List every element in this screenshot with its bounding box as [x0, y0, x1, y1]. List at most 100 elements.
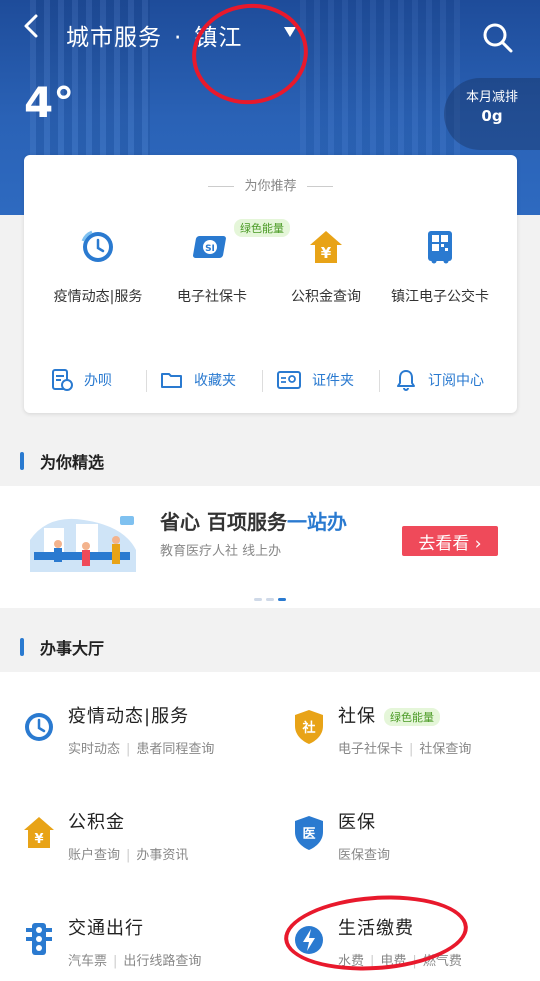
service-sublink[interactable]: 水费 [338, 954, 364, 969]
social-card-icon: SI [193, 236, 226, 258]
service-sublink[interactable]: 燃气费 [423, 954, 462, 969]
title-text: 城市服务 [66, 25, 162, 51]
shield-yi-icon: 医 [295, 816, 323, 850]
service-sublink[interactable]: 办事资讯 [136, 848, 188, 863]
quick-link-subscriptions[interactable]: 订阅中心 [394, 365, 484, 395]
service-social-security[interactable]: 社 社保 绿色能量 电子社保卡 | 社保查询 [270, 672, 540, 778]
divider [146, 370, 147, 392]
house-yuan-icon: ¥ [310, 231, 342, 263]
clock-icon [81, 230, 113, 262]
carbon-reduction-widget[interactable]: 本月减排 0g [444, 78, 540, 150]
service-desc: 水费 | 电费 | 燃气费 [338, 954, 462, 969]
service-name: 疫情动态|服务 [68, 706, 190, 727]
section-accent-bar [20, 452, 24, 470]
carousel-dot [266, 598, 274, 601]
carousel-dot [254, 598, 262, 601]
recommend-item-bus-card[interactable]: 镇江电子公交卡 [380, 227, 500, 310]
service-name: 公积金 [68, 812, 125, 833]
svg-text:¥: ¥ [321, 244, 332, 262]
quick-link-favorites[interactable]: 收藏夹 [160, 365, 236, 395]
service-name: 医保 [338, 812, 376, 833]
featured-section-header: 为你精选 [0, 434, 540, 486]
bus-qr-icon [428, 231, 452, 264]
recommend-card: 为你推荐 疫情动态|服务 SI 电子社保卡 绿色能量 ¥ 公积金查询 镇江电子公… [24, 155, 517, 413]
service-name-text: 社保 [338, 706, 376, 727]
svg-text:¥: ¥ [34, 832, 43, 847]
service-sublink[interactable]: 患者同程查询 [136, 742, 214, 757]
service-sublink[interactable]: 电子社保卡 [338, 742, 403, 757]
temperature: 4° [24, 78, 75, 127]
service-medical-insurance[interactable]: 医 医保 医保查询 [270, 778, 540, 884]
traffic-light-icon [26, 923, 52, 955]
recommend-label: 镇江电子公交卡 [391, 289, 489, 305]
service-sublink[interactable]: 实时动态 [68, 742, 120, 757]
svg-text:社: 社 [301, 720, 315, 736]
document-clock-icon [52, 369, 73, 391]
svg-text:SI: SI [205, 244, 215, 254]
quick-link-label: 收藏夹 [194, 373, 236, 389]
back-arrow-icon[interactable] [18, 12, 46, 40]
featured-banner[interactable]: 省心 百项服务一站办 教育医疗人社 线上办 去看看 › [0, 486, 540, 608]
recommend-label: 电子社保卡 [177, 289, 247, 305]
service-sublink[interactable]: 出行线路查询 [123, 954, 201, 969]
divider [262, 370, 263, 392]
recommend-label: 疫情动态|服务 [53, 289, 143, 305]
lightning-icon [295, 926, 323, 954]
service-desc: 实时动态 | 患者同程查询 [68, 742, 215, 757]
quick-link-documents[interactable]: 证件夹 [276, 365, 354, 395]
service-name: 交通出行 [68, 918, 144, 939]
service-sublink[interactable]: 账户查询 [68, 848, 120, 863]
service-sublink[interactable]: 电费 [380, 954, 406, 969]
service-hall-illustration [30, 516, 136, 572]
service-hall: 疫情动态|服务 实时动态 | 患者同程查询 社 社保 绿色能量 电子社保卡 | 社保查询 … [0, 672, 540, 981]
quick-link-label: 证件夹 [312, 373, 354, 389]
service-desc: 医保查询 [338, 844, 390, 863]
recommend-item-housing-fund[interactable]: ¥ 公积金查询 [266, 227, 386, 310]
clock-icon [25, 713, 53, 741]
featured-subtitle: 教育医疗人社 线上办 [160, 544, 282, 559]
recommend-item-epidemic[interactable]: 疫情动态|服务 [38, 227, 158, 310]
service-utility-bills[interactable]: 生活缴费 水费 | 电费 | 燃气费 [270, 884, 540, 981]
service-desc: 汽车票 | 出行线路查询 [68, 954, 202, 969]
service-housing-fund[interactable]: ¥ 公积金 账户查询 | 办事资讯 [0, 778, 270, 884]
recommend-label: 公积金查询 [291, 289, 361, 305]
title-separator: · [174, 25, 183, 51]
recommend-item-social-card[interactable]: SI 电子社保卡 [152, 227, 272, 310]
shield-she-icon: 社 [295, 710, 323, 744]
carousel-indicator [252, 598, 288, 601]
featured-headline-main: 省心 百项服务 [160, 510, 287, 534]
city-dropdown-icon[interactable] [284, 27, 296, 37]
bell-icon [397, 370, 415, 391]
id-card-icon [277, 371, 301, 389]
quick-link-label: 办呗 [84, 373, 112, 389]
service-transport[interactable]: 交通出行 汽车票 | 出行线路查询 [0, 884, 270, 981]
service-desc: 账户查询 | 办事资讯 [68, 848, 189, 863]
service-sublink[interactable]: 汽车票 [68, 954, 107, 969]
carousel-dot-active [278, 598, 286, 601]
carbon-value: 0g [481, 107, 503, 125]
service-name: 社保 绿色能量 [338, 702, 440, 728]
go-see-button[interactable]: 去看看 › [402, 526, 498, 556]
hall-title: 办事大厅 [40, 639, 105, 658]
green-energy-badge: 绿色能量 [384, 708, 440, 726]
quick-link-label: 订阅中心 [428, 373, 484, 389]
city-selector[interactable]: 镇江 [194, 25, 242, 51]
service-name: 生活缴费 [338, 918, 414, 939]
hall-section-header: 办事大厅 [0, 620, 540, 672]
service-sublink[interactable]: 医保查询 [338, 848, 390, 863]
section-accent-bar [20, 638, 24, 656]
carbon-label: 本月减排 [465, 90, 518, 105]
search-icon[interactable] [482, 22, 514, 54]
quick-links: 办呗 收藏夹 证件夹 订阅中心 [24, 365, 517, 395]
quick-link-banbei[interactable]: 办呗 [50, 365, 112, 395]
page-title: 城市服务 · 镇江 [66, 18, 242, 52]
folder-icon [161, 373, 182, 388]
service-epidemic[interactable]: 疫情动态|服务 实时动态 | 患者同程查询 [0, 672, 270, 778]
service-desc: 电子社保卡 | 社保查询 [338, 742, 472, 757]
house-yuan-icon: ¥ [24, 817, 54, 848]
featured-headline: 省心 百项服务一站办 [160, 506, 347, 535]
recommend-title: 为你推荐 [24, 175, 517, 194]
service-sublink[interactable]: 社保查询 [419, 742, 471, 757]
divider [379, 370, 380, 392]
svg-text:医: 医 [302, 827, 315, 842]
